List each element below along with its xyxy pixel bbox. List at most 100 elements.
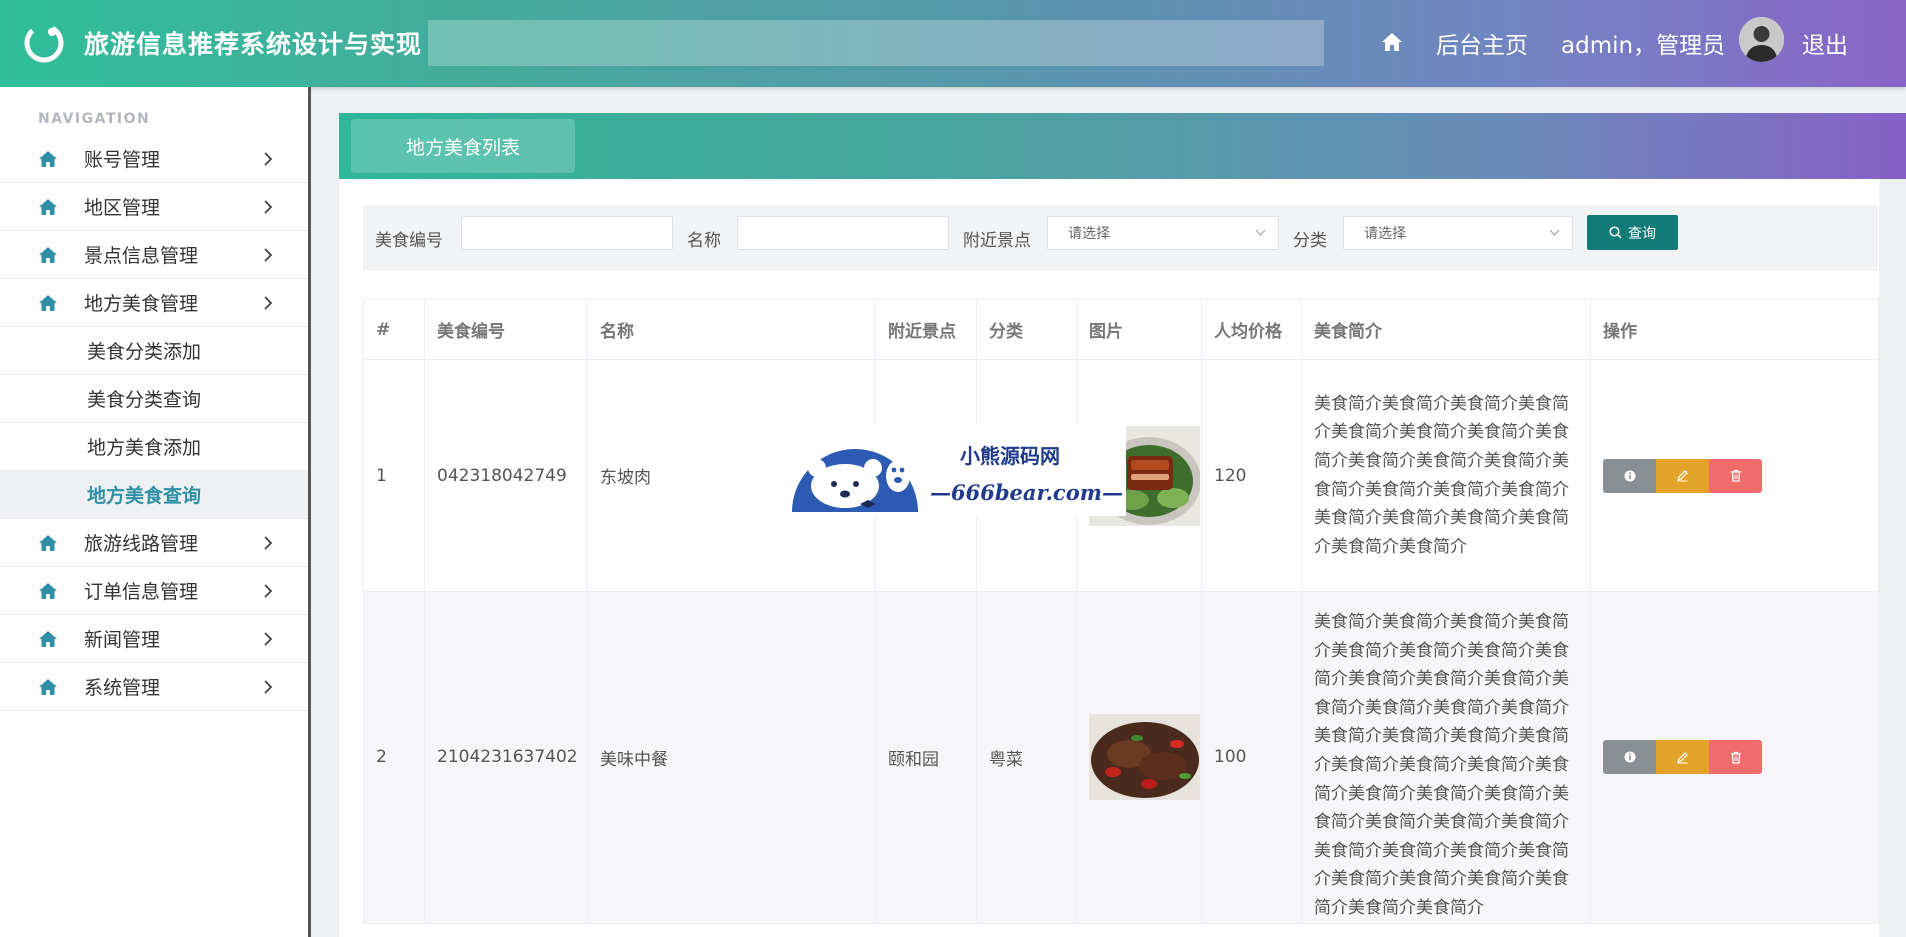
home-icon	[39, 199, 57, 215]
nearby-spot-select[interactable]: 请选择	[1047, 216, 1279, 250]
column-header-index: #	[363, 299, 425, 360]
sidebar-item-label: 账号管理	[84, 149, 161, 171]
sidebar-item-local-food[interactable]: 地方美食管理	[0, 279, 308, 327]
trash-icon	[1730, 469, 1741, 482]
cell-name: 美味中餐	[587, 591, 876, 924]
current-user-label: admin，管理员	[1561, 33, 1726, 59]
pencil-icon	[1677, 470, 1688, 482]
sidebar-item-orders[interactable]: 订单信息管理	[0, 567, 308, 615]
food-code-label: 美食编号	[375, 231, 443, 251]
cell-actions	[1590, 591, 1879, 924]
chevron-down-icon	[1549, 229, 1560, 236]
app-title: 旅游信息推荐系统设计与实现	[84, 30, 423, 59]
view-button[interactable]	[1603, 740, 1656, 775]
sidebar-subitem-food-category-add[interactable]: 美食分类添加	[0, 327, 308, 375]
column-header-description: 美食简介	[1301, 299, 1591, 360]
delete-button[interactable]	[1709, 740, 1762, 775]
cell-index: 2	[363, 591, 425, 924]
edit-button[interactable]	[1656, 740, 1709, 775]
watermark-url: —666bear.com—	[930, 480, 1123, 505]
info-icon	[1624, 470, 1635, 481]
sidebar-subitem-food-category-query[interactable]: 美食分类查询	[0, 375, 308, 423]
home-icon	[39, 151, 57, 167]
backend-home-link[interactable]: 后台主页	[1436, 26, 1528, 60]
home-icon[interactable]	[1380, 30, 1404, 54]
category-select[interactable]: 请选择	[1343, 216, 1573, 250]
chevron-right-icon	[264, 536, 273, 550]
food-table: # 美食编号 名称 附近景点 分类 图片 人均价格 美食简介 操作 1 0423…	[363, 299, 1879, 924]
pencil-icon	[1677, 751, 1688, 764]
food-code-input[interactable]	[461, 216, 673, 250]
chevron-right-icon	[264, 152, 273, 166]
sidebar-item-account[interactable]: 账号管理	[0, 135, 308, 183]
chevron-right-icon	[264, 248, 273, 262]
sidebar-subitem-label: 美食分类查询	[87, 389, 202, 411]
sidebar-subitem-label: 地方美食添加	[87, 437, 202, 459]
chevron-right-icon	[264, 632, 273, 646]
home-icon	[39, 583, 57, 599]
chevron-right-icon	[264, 296, 273, 310]
sidebar-item-label: 地区管理	[84, 197, 161, 219]
watermark-title: 小熊源码网	[960, 444, 1060, 468]
delete-button[interactable]	[1709, 458, 1762, 493]
info-icon	[1624, 751, 1635, 763]
row-actions	[1603, 740, 1878, 775]
search-icon	[1609, 226, 1622, 239]
top-header: 旅游信息推荐系统设计与实现 后台主页 admin，管理员 退出	[0, 0, 1906, 87]
cell-nearby-spot: 颐和园	[875, 591, 977, 924]
edit-button[interactable]	[1656, 458, 1709, 493]
watermark-overlay: 小熊源码网 —666bear.com—	[780, 424, 1126, 516]
panel-body: 美食编号 名称 附近景点 请选择 分类 请选择 查询 # 美食编号 名称 附近景…	[339, 179, 1879, 937]
logout-link[interactable]: 退出	[1802, 26, 1848, 60]
main-content: 地方美食列表 美食编号 名称 附近景点 请选择 分类 请选择 查询 # 美食编号…	[339, 113, 1906, 937]
food-image-chinese-dish[interactable]	[1089, 714, 1200, 801]
sidebar-subitem-label: 地方美食查询	[87, 485, 202, 507]
column-header-food-code: 美食编号	[424, 299, 588, 360]
name-input[interactable]	[737, 216, 949, 250]
trash-icon	[1730, 751, 1741, 764]
sidebar-subitem-local-food-add[interactable]: 地方美食添加	[0, 423, 308, 471]
sidebar-item-label: 系统管理	[84, 677, 161, 699]
sidebar-item-region[interactable]: 地区管理	[0, 183, 308, 231]
search-button[interactable]: 查询	[1587, 215, 1678, 250]
view-button[interactable]	[1603, 458, 1656, 493]
category-selected: 请选择	[1364, 226, 1406, 242]
panel-title-tab[interactable]: 地方美食列表	[351, 119, 575, 173]
column-header-actions: 操作	[1590, 299, 1879, 360]
name-label: 名称	[687, 231, 721, 251]
cell-price: 120	[1201, 359, 1302, 592]
nearby-spot-label: 附近景点	[963, 231, 1031, 251]
cell-category: 粤菜	[976, 591, 1077, 924]
table-row: 2 2104231637402 美味中餐 颐和园 粤菜 100 美食简介美食简介…	[363, 591, 1879, 924]
column-header-image: 图片	[1076, 299, 1202, 360]
sidebar-item-system[interactable]: 系统管理	[0, 663, 308, 711]
sidebar-item-label: 新闻管理	[84, 629, 161, 651]
sidebar-item-label: 地方美食管理	[84, 293, 199, 315]
category-label: 分类	[1293, 231, 1327, 251]
cell-price: 100	[1201, 591, 1302, 924]
sidebar: NAVIGATION 账号管理 地区管理 景点信息管理 地方美食管理 美食分类添…	[0, 87, 311, 937]
header-banner-strip	[428, 20, 1324, 66]
cell-food-code: 042318042749	[424, 359, 588, 592]
chevron-right-icon	[264, 200, 273, 214]
table-header-row: # 美食编号 名称 附近景点 分类 图片 人均价格 美食简介 操作	[363, 299, 1879, 360]
bear-mascot-logo	[792, 449, 918, 512]
search-button-label: 查询	[1628, 224, 1656, 241]
home-icon	[39, 679, 57, 695]
chevron-right-icon	[264, 680, 273, 694]
avatar-person-icon	[1739, 17, 1784, 62]
sidebar-item-news[interactable]: 新闻管理	[0, 615, 308, 663]
home-icon	[39, 247, 57, 263]
cell-description: 美食简介美食简介美食简介美食简介美食简介美食简介美食简介美食简介美食简介美食简介…	[1301, 359, 1591, 592]
sidebar-item-scenic-spots[interactable]: 景点信息管理	[0, 231, 308, 279]
chevron-right-icon	[264, 584, 273, 598]
column-header-name: 名称	[587, 299, 876, 360]
cell-description: 美食简介美食简介美食简介美食简介美食简介美食简介美食简介美食简介美食简介美食简介…	[1301, 591, 1591, 924]
sidebar-item-travel-routes[interactable]: 旅游线路管理	[0, 519, 308, 567]
logo-refresh-ring-icon	[24, 23, 64, 63]
avatar[interactable]	[1739, 17, 1784, 62]
cell-actions	[1590, 359, 1879, 592]
sidebar-item-label: 订单信息管理	[84, 581, 199, 603]
sidebar-subitem-local-food-query[interactable]: 地方美食查询	[0, 471, 308, 519]
home-icon	[39, 295, 57, 311]
